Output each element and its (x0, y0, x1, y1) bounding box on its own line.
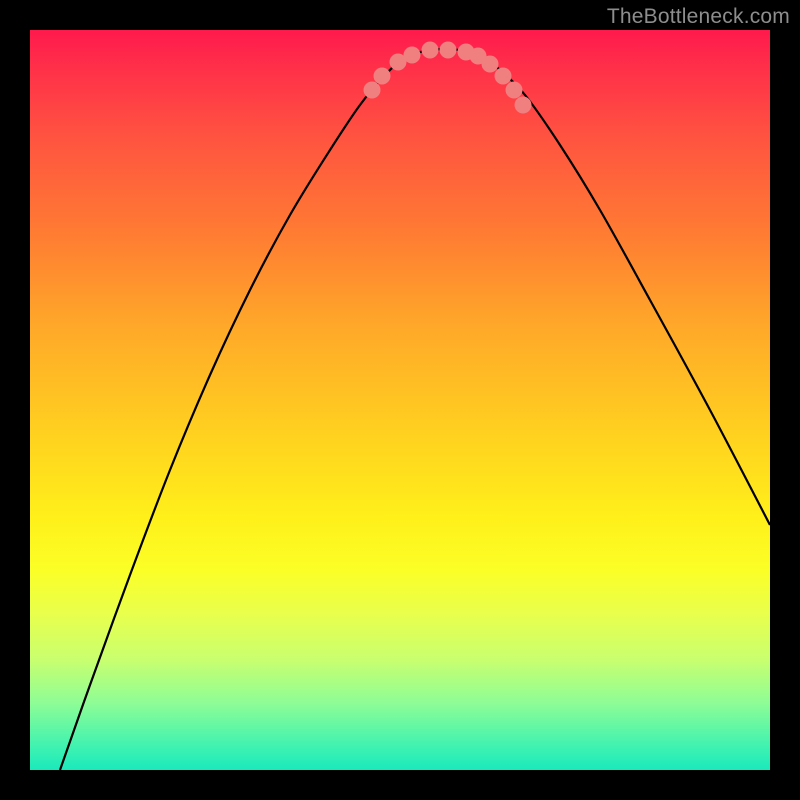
marker-dot (440, 42, 457, 59)
marker-dot (404, 47, 421, 64)
chart-frame: TheBottleneck.com (0, 0, 800, 800)
marker-dot (374, 68, 391, 85)
marker-dot (515, 97, 532, 114)
plot-area (30, 30, 770, 770)
chart-svg (30, 30, 770, 770)
marker-dot (495, 68, 512, 85)
marker-dot (482, 56, 499, 73)
marker-dot (364, 82, 381, 99)
watermark-text: TheBottleneck.com (607, 5, 790, 29)
marker-dot (506, 82, 523, 99)
marker-dot (422, 42, 439, 59)
highlight-markers (364, 42, 532, 114)
curve-path (60, 49, 770, 770)
